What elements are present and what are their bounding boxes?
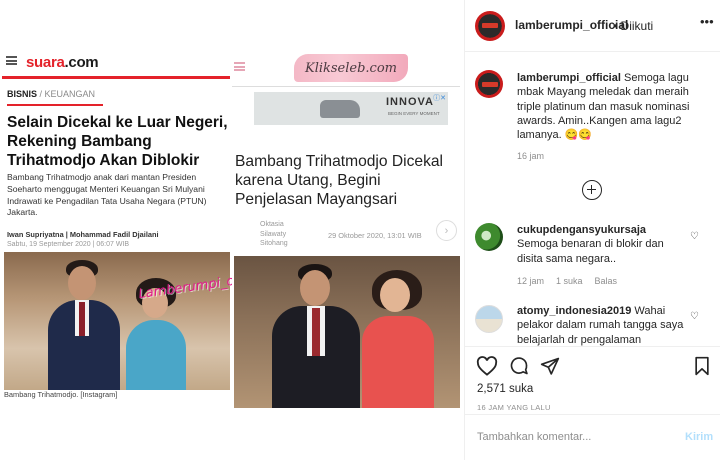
heart-icon[interactable]: ♡	[690, 311, 699, 322]
avatar[interactable]	[475, 11, 505, 41]
klikseleb-headline: Bambang Trihatmodjo Dicekal karena Utang…	[235, 153, 444, 208]
ad-brand: INNOVA	[386, 96, 434, 108]
share-icon[interactable]	[540, 356, 560, 376]
post-image: suara.com BISNIS / KEUANGAN Selain Dicek…	[0, 0, 464, 460]
car-image	[320, 100, 360, 118]
suara-header: suara.com	[2, 50, 230, 74]
comments-list: lamberumpi_official Semoga lagu mbak May…	[465, 53, 720, 346]
post-header: lamberumpi_official • Diikuti •••	[465, 0, 720, 52]
suara-logo: suara.com	[26, 54, 99, 71]
comment-username[interactable]: atomy_indonesia2019	[517, 305, 631, 317]
hamburger-icon	[234, 62, 245, 71]
post-comment-button[interactable]: Kirim	[685, 431, 713, 443]
next-arrow-icon: ›	[436, 220, 457, 241]
instagram-post-view: suara.com BISNIS / KEUANGAN Selain Dicek…	[0, 0, 720, 460]
heart-icon[interactable]	[476, 356, 498, 376]
suara-authors: Iwan Supriyatna | Mohammad Fadil Djailan…	[7, 230, 159, 239]
comment-item: atomy_indonesia2019 Wahai pelakor dalam …	[517, 305, 684, 346]
suara-category-underline	[7, 104, 103, 106]
klikseleb-divider	[232, 86, 460, 87]
suara-photo	[4, 252, 230, 390]
comment-meta: 12 jam 1 suka Balas	[517, 276, 618, 286]
klikseleb-date: 29 Oktober 2020, 13:01 WIB	[328, 231, 422, 240]
klikseleb-logo: Klikseleb.com	[294, 54, 408, 82]
bookmark-icon[interactable]	[693, 356, 711, 376]
suara-category: BISNIS / KEUANGAN	[7, 89, 96, 99]
post-sidebar: lamberumpi_official • Diikuti ••• lamber…	[464, 0, 720, 460]
ad-tagline: BEGIN EVERY MOMENT	[388, 111, 440, 116]
heart-icon[interactable]: ♡	[690, 231, 699, 242]
suara-headline: Selain Dicekal ke Luar Negeri, Rekening …	[7, 114, 228, 169]
post-timestamp[interactable]: 16 JAM YANG LALU	[477, 403, 551, 412]
comment-input[interactable]: Tambahkan komentar...	[477, 431, 677, 443]
follow-status[interactable]: • Diikuti	[613, 19, 653, 33]
comment-item: cukupdengansyukursaja Semoga benaran di …	[517, 224, 664, 265]
suara-header-divider	[2, 76, 230, 79]
woman-figure	[352, 270, 444, 408]
reply-button[interactable]: Balas	[595, 276, 618, 286]
post-actions: 2,571 suka 16 JAM YANG LALU	[465, 346, 720, 414]
account-username[interactable]: lamberumpi_official	[515, 18, 628, 32]
man-figure	[44, 260, 124, 390]
suara-article: suara.com BISNIS / KEUANGAN Selain Dicek…	[2, 44, 230, 414]
caption-username[interactable]: lamberumpi_official	[517, 72, 621, 84]
advertisement-banner: INNOVA BEGIN EVERY MOMENT ⓘ✕	[254, 92, 448, 125]
caption-time: 16 jam	[517, 151, 545, 161]
suara-photo-caption: Bambang Trihatmodjo. [Instagram]	[4, 390, 118, 399]
ad-close-icon: ⓘ✕	[433, 95, 446, 102]
avatar[interactable]	[475, 70, 503, 98]
suara-lead: Bambang Trihatmodjo anak dari mantan Pre…	[7, 172, 207, 218]
suara-date: Sabtu, 19 September 2020 | 06:07 WIB	[7, 241, 130, 248]
avatar[interactable]	[475, 223, 503, 251]
hamburger-icon	[6, 56, 17, 65]
klikseleb-photo	[234, 256, 460, 408]
avatar[interactable]	[475, 305, 503, 333]
likes-count[interactable]: 2,571 suka	[477, 383, 533, 395]
klikseleb-author: Oktasia Silawaty Sitohang	[260, 221, 288, 247]
add-comment-bar: Tambahkan komentar... Kirim	[465, 414, 720, 460]
post-caption: lamberumpi_official Semoga lagu mbak May…	[517, 71, 713, 142]
man-figure	[268, 264, 364, 408]
load-more-icon[interactable]	[582, 180, 602, 200]
more-options-icon[interactable]: •••	[700, 14, 714, 29]
comment-icon[interactable]	[509, 356, 529, 376]
klikseleb-article: Klikseleb.com INNOVA BEGIN EVERY MOMENT …	[232, 44, 460, 414]
comment-username[interactable]: cukupdengansyukursaja	[517, 224, 646, 236]
